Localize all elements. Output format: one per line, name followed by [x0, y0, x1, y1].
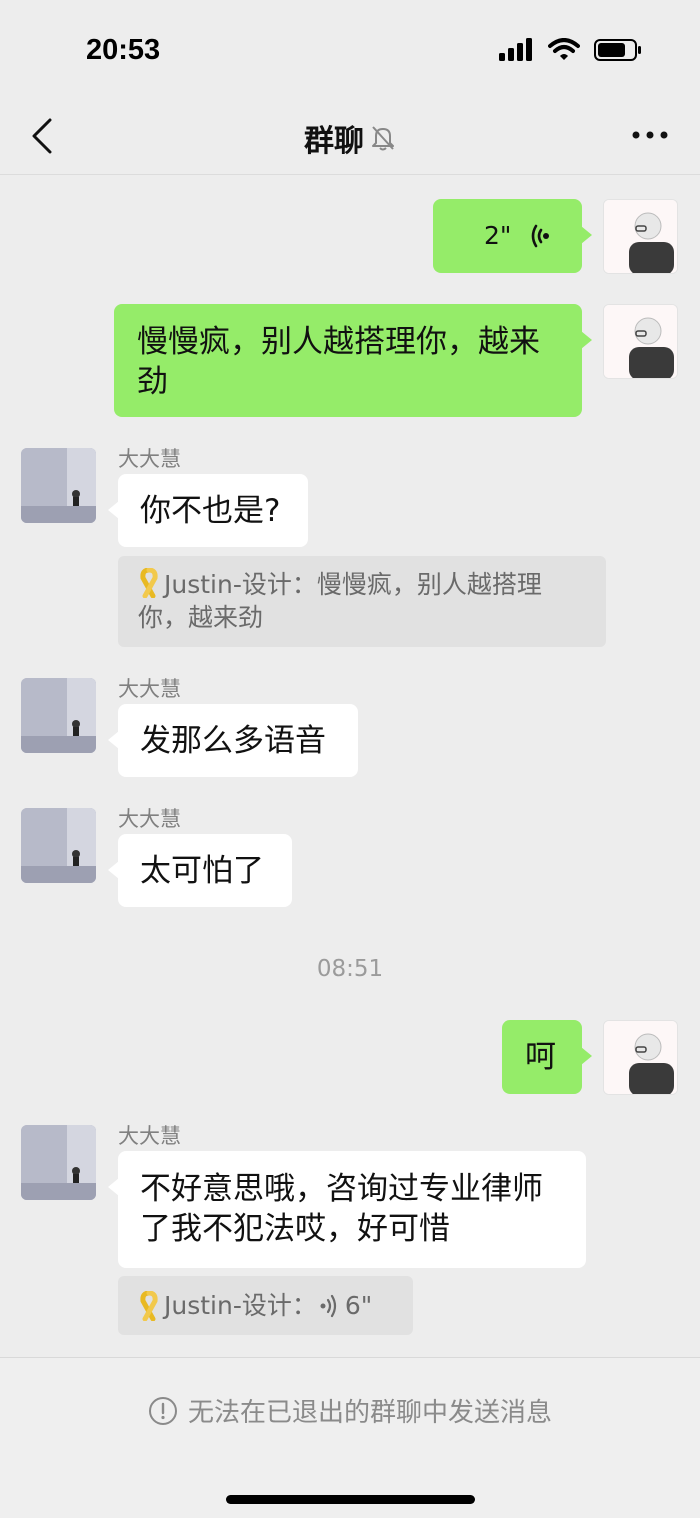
message-text: 呵 — [525, 1039, 556, 1075]
voice-wave-icon — [531, 224, 549, 248]
sender-name: 大大慧 — [118, 807, 181, 831]
message-text: 不好意思哦，咨询过专业律师了我不犯法哎，好可惜 — [140, 1171, 543, 1247]
quote-text: Justin-设计：慢慢疯，别人越搭理你，越来劲 — [138, 570, 542, 632]
chat-title: 群聊 — [304, 124, 364, 159]
message-text: 发那么多语音 — [140, 723, 326, 759]
contact-avatar[interactable] — [21, 678, 96, 753]
quote-voice-duration: 6" — [344, 1291, 373, 1320]
wifi-icon — [548, 38, 580, 60]
self-avatar[interactable] — [603, 1020, 678, 1095]
photo-thumbnail-icon — [21, 808, 96, 883]
footer-notice-text: 无法在已退出的群聊中发送消息 — [187, 1398, 552, 1428]
quote-prefix: Justin-设计： — [164, 1291, 317, 1320]
footer-note: 无法在已退出的群聊中发送消息 — [0, 1392, 700, 1429]
text-message[interactable]: 不好意思哦，咨询过专业律师了我不犯法哎，好可惜 — [108, 1151, 586, 1268]
voice-wave-icon — [320, 1294, 336, 1317]
quoted-message[interactable]: Justin-设计：慢慢疯，别人越搭理你，越来劲 — [118, 556, 606, 647]
sender-name: 大大慧 — [118, 1124, 181, 1148]
text-message[interactable]: 你不也是? — [108, 474, 308, 547]
status-icons — [498, 38, 642, 62]
self-avatar[interactable] — [603, 304, 678, 379]
message-text: 慢慢疯，别人越搭理你，越来劲 — [137, 324, 540, 400]
voice-message[interactable]: 2" — [433, 199, 592, 273]
footer: 无法在已退出的群聊中发送消息 — [0, 1357, 700, 1518]
more-button[interactable] — [630, 120, 670, 150]
battery-icon — [594, 39, 641, 61]
sender-name: 大大慧 — [118, 677, 181, 701]
nav-bar: 群聊 — [0, 100, 700, 175]
title-wrap: 群聊 — [0, 116, 700, 160]
contact-avatar[interactable] — [21, 808, 96, 883]
photo-thumbnail-icon — [21, 448, 96, 523]
person-illustration-icon — [604, 200, 677, 273]
message-text: 你不也是? — [140, 493, 281, 529]
person-illustration-icon — [604, 305, 677, 378]
timestamp: 08:51 — [316, 956, 384, 982]
signal-icon — [499, 38, 532, 61]
more-icon — [632, 131, 668, 139]
contact-avatar[interactable] — [21, 448, 96, 523]
self-avatar[interactable] — [603, 199, 678, 274]
info-circle-icon — [148, 1396, 177, 1425]
quoted-voice-message[interactable]: Justin-设计： 6" — [118, 1276, 413, 1335]
text-message[interactable]: 太可怕了 — [108, 834, 292, 907]
text-message[interactable]: 呵 — [502, 1020, 592, 1094]
voice-duration: 2" — [484, 221, 512, 250]
status-bar: 20:53 — [0, 0, 700, 100]
ribbon-icon — [140, 1290, 158, 1321]
contact-avatar[interactable] — [21, 1125, 96, 1200]
home-indicator[interactable] — [226, 1495, 475, 1504]
photo-thumbnail-icon — [21, 1125, 96, 1200]
ribbon-icon — [140, 568, 158, 598]
text-message[interactable]: 慢慢疯，别人越搭理你，越来劲 — [114, 304, 592, 417]
person-illustration-icon — [604, 1021, 677, 1094]
message-text: 太可怕了 — [140, 853, 264, 889]
photo-thumbnail-icon — [21, 678, 96, 753]
sender-name: 大大慧 — [118, 447, 181, 471]
text-message[interactable]: 发那么多语音 — [108, 704, 358, 777]
bell-off-icon — [372, 126, 394, 151]
status-time: 20:53 — [86, 34, 161, 66]
